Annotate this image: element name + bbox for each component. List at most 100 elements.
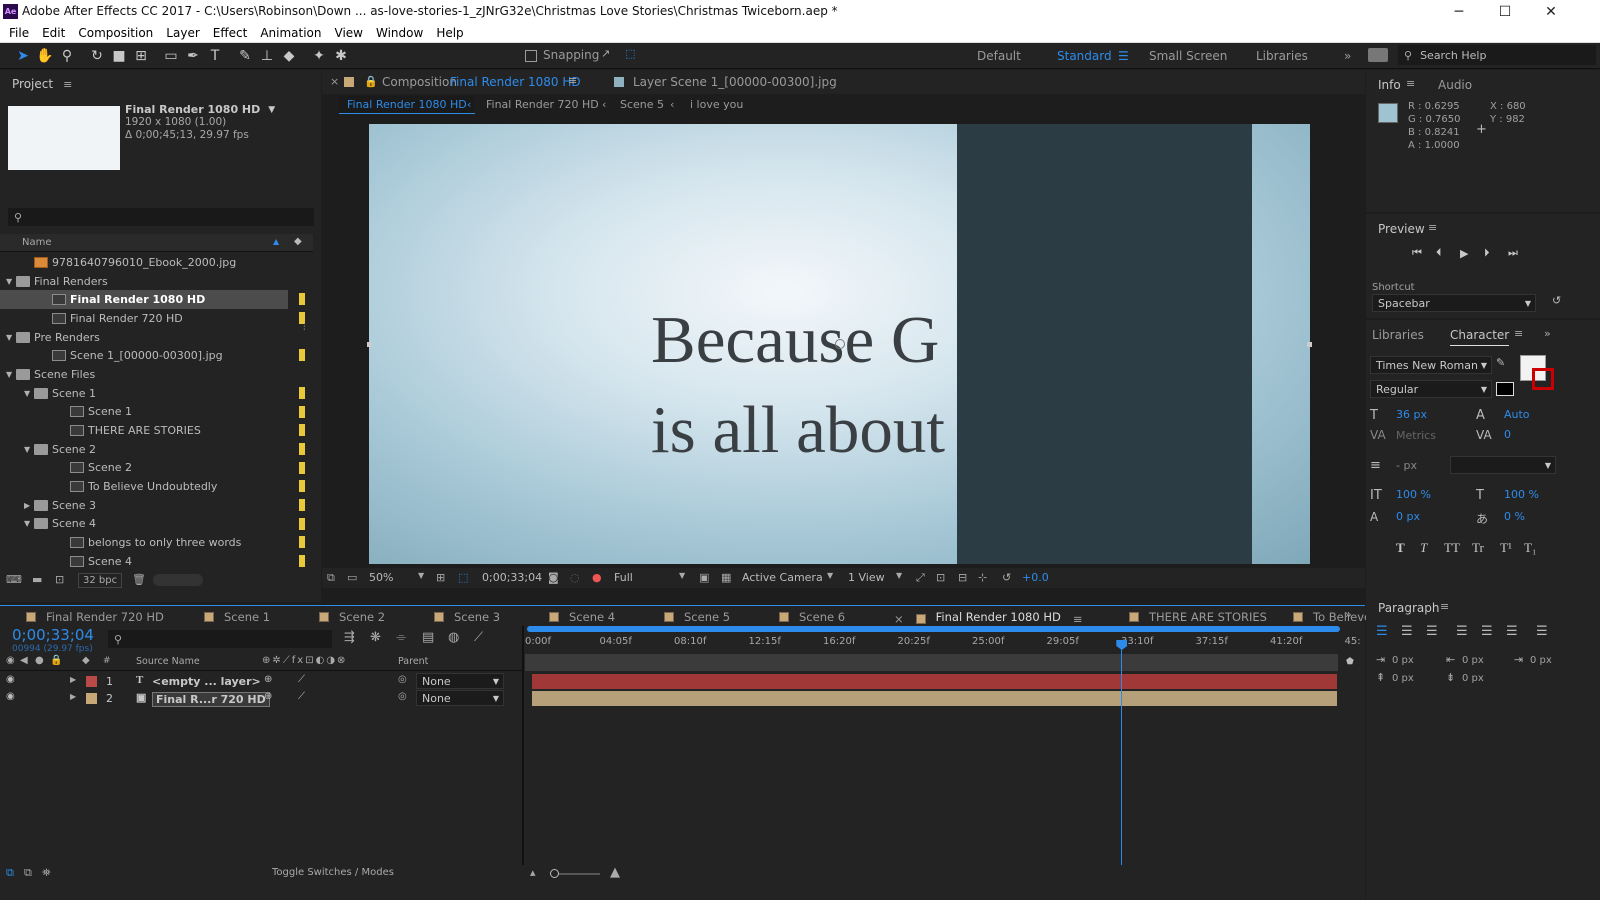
workspace-overflow-icon[interactable]: » bbox=[1344, 49, 1351, 63]
puppet-tool-icon[interactable]: ✱ bbox=[330, 45, 352, 67]
camera-dropdown[interactable]: Active Camera bbox=[742, 571, 823, 584]
timeline-tab[interactable]: Scene 5 bbox=[664, 610, 730, 624]
keyboard-icon[interactable] bbox=[1368, 48, 1388, 62]
sort-ascending-icon[interactable]: ▲ bbox=[273, 237, 279, 246]
disclosure-collapsed-icon[interactable]: ▶ bbox=[70, 675, 76, 684]
close-tab-icon[interactable]: × bbox=[330, 75, 339, 88]
label-color-chip[interactable] bbox=[299, 555, 305, 567]
timeline-tab[interactable]: Scene 3 bbox=[434, 610, 500, 624]
composition-tab-label[interactable]: Composition bbox=[382, 75, 457, 89]
transparency-grid-icon[interactable]: ▦ bbox=[721, 571, 731, 584]
layer-duration-bar[interactable] bbox=[532, 674, 1337, 689]
disclosure-expanded-icon[interactable]: ▼ bbox=[6, 370, 16, 379]
composition-tab-name[interactable]: Final Render 1080 HD bbox=[450, 75, 581, 89]
layer-switches-icon[interactable]: ⧉ bbox=[6, 866, 14, 880]
pickwhip-icon[interactable]: ◎ bbox=[398, 691, 407, 702]
menu-composition[interactable]: Composition bbox=[78, 26, 153, 40]
clone-stamp-tool-icon[interactable]: ⊥ bbox=[256, 45, 278, 67]
disclosure-collapsed-icon[interactable]: ▶ bbox=[24, 501, 34, 510]
type-tool-icon[interactable]: T bbox=[204, 45, 226, 67]
panel-menu-icon[interactable]: ≡ bbox=[1440, 600, 1449, 613]
timeline-tab[interactable]: Scene 6 bbox=[779, 610, 845, 624]
audio-icon[interactable]: ◀ bbox=[20, 655, 28, 666]
zoom-dropdown[interactable]: 50% bbox=[369, 571, 393, 584]
play-icon[interactable]: ▶ bbox=[1460, 247, 1484, 260]
playhead[interactable] bbox=[1116, 640, 1128, 865]
label-color-chip[interactable] bbox=[299, 442, 305, 455]
project-search-input[interactable]: ⚲ bbox=[8, 208, 314, 226]
timeline-icon[interactable]: ⊟ bbox=[958, 571, 967, 584]
lock-icon[interactable]: 🔒 bbox=[50, 655, 62, 666]
parent-dropdown[interactable]: None ▼ bbox=[416, 690, 504, 706]
panel-menu-icon[interactable]: ≡ bbox=[1514, 327, 1523, 340]
anchor-point-icon[interactable] bbox=[835, 339, 845, 349]
time-ruler[interactable]: 0:00f 04:05f 08:10f 12:15f 16:20f 20:25f 25:00… bbox=[525, 626, 1361, 650]
layer-tab[interactable]: Layer Scene 1_[00000-00300].jpg bbox=[633, 75, 837, 89]
project-list-item[interactable]: Final Render 720 HD bbox=[0, 309, 313, 328]
hand-tool-icon[interactable]: ✋ bbox=[34, 45, 56, 67]
reset-icon[interactable]: ↺ bbox=[1552, 294, 1561, 307]
disclosure-collapsed-icon[interactable]: ▶ bbox=[70, 692, 76, 701]
space-before-value[interactable]: 0 px bbox=[1392, 673, 1414, 684]
tsume-value[interactable]: 0 % bbox=[1504, 510, 1525, 523]
eraser-tool-icon[interactable]: ◆ bbox=[278, 45, 300, 67]
menu-window[interactable]: Window bbox=[376, 26, 423, 40]
lock-icon[interactable]: 🔒 bbox=[364, 75, 378, 88]
maximize-button[interactable]: ☐ bbox=[1482, 0, 1528, 24]
snapping-checkbox[interactable] bbox=[525, 50, 537, 62]
all-caps-button[interactable]: TT bbox=[1444, 540, 1472, 556]
disclosure-expanded-icon[interactable]: ▼ bbox=[24, 519, 34, 528]
small-caps-button[interactable]: Tr bbox=[1472, 540, 1500, 556]
exposure-value[interactable]: +0.0 bbox=[1022, 571, 1049, 584]
timeline-tab[interactable]: Scene 1 bbox=[204, 610, 270, 624]
workspace-small-screen[interactable]: Small Screen bbox=[1149, 49, 1227, 63]
snap-feather-icon[interactable]: ⬚ bbox=[625, 47, 635, 60]
panel-overflow-icon[interactable]: » bbox=[1345, 608, 1352, 621]
faux-bold-button[interactable]: T bbox=[1396, 540, 1420, 556]
font-style-dropdown[interactable]: Regular ▼ bbox=[1370, 380, 1492, 398]
shy-switch-icon[interactable]: ⊕ bbox=[264, 674, 272, 685]
flowchart-icon[interactable]: ⫶ bbox=[303, 322, 306, 333]
panel-overflow-icon[interactable]: » bbox=[1544, 327, 1551, 340]
comp-mini-flowchart-icon[interactable]: ⇶ bbox=[344, 630, 370, 645]
rectangle-tool-icon[interactable]: ▭ bbox=[160, 45, 182, 67]
camera-tool-icon[interactable]: ■ bbox=[108, 45, 130, 67]
trash-icon[interactable]: 🗑 bbox=[132, 573, 146, 586]
menu-animation[interactable]: Animation bbox=[260, 26, 321, 40]
timeline-search-input[interactable]: ⚲ bbox=[108, 630, 332, 648]
layer-label-color[interactable] bbox=[86, 676, 97, 687]
chevron-down-icon[interactable]: ▼ bbox=[268, 105, 275, 115]
workspace-standard[interactable]: Standard bbox=[1057, 49, 1112, 63]
project-list-item[interactable]: Scene 1_[00000-00300].jpg bbox=[0, 346, 313, 365]
label-color-chip[interactable] bbox=[299, 405, 305, 418]
project-list-item[interactable]: Final Render 1080 HD bbox=[0, 290, 305, 310]
visibility-eye-icon[interactable]: ◉ bbox=[6, 691, 15, 702]
workspace-menu-icon[interactable]: ☰ bbox=[1118, 49, 1129, 63]
tab-audio[interactable]: Audio bbox=[1438, 78, 1472, 92]
font-family-dropdown[interactable]: Times New Roman ▼ bbox=[1370, 356, 1492, 374]
panel-menu-icon[interactable]: ≡ bbox=[568, 74, 577, 87]
justify-all-icon[interactable]: ☰ bbox=[1536, 624, 1561, 639]
panel-menu-icon[interactable]: ≡ bbox=[1406, 77, 1415, 90]
layer-row[interactable]: ◉ ▶ 1 T <empty ... layer> ⊕ ⟋ ◎ None ▼ bbox=[0, 673, 1365, 690]
breadcrumb-final-render-720[interactable]: Final Render 720 HD bbox=[486, 98, 599, 111]
project-list-item[interactable]: Scene 2 bbox=[0, 459, 313, 478]
new-folder-icon[interactable]: ▬ bbox=[32, 573, 42, 586]
project-folder-item[interactable]: ▼ Scene 1 bbox=[0, 384, 313, 403]
comp-marker-icon[interactable]: ⬟ bbox=[1346, 657, 1354, 667]
parent-dropdown[interactable]: None ▼ bbox=[416, 673, 504, 689]
project-folder-item[interactable]: ▶ Scene 3 bbox=[0, 496, 313, 515]
zoom-out-icon[interactable]: ▴ bbox=[530, 866, 536, 879]
selection-tool-icon[interactable]: ➤ bbox=[12, 45, 34, 67]
timeline-tab[interactable]: Scene 4 bbox=[549, 610, 615, 624]
brush-tool-icon[interactable]: ✎ bbox=[234, 45, 256, 67]
project-panel-title[interactable]: Project bbox=[12, 77, 53, 91]
menu-layer[interactable]: Layer bbox=[166, 26, 199, 40]
breadcrumb-i-love-you[interactable]: i love you bbox=[690, 98, 743, 111]
new-comp-icon[interactable]: ⊡ bbox=[55, 573, 64, 586]
project-folder-item[interactable]: ▼ Scene 4 bbox=[0, 515, 313, 534]
tab-info[interactable]: Info bbox=[1378, 78, 1401, 92]
pickwhip-icon[interactable]: ◎ bbox=[398, 674, 407, 685]
layer-row[interactable]: ◉ ▶ 2 ▣ Final R...r 720 HD ⊕ ⟋ ◎ None ▼ bbox=[0, 690, 1365, 707]
breadcrumb-scene-5[interactable]: Scene 5 bbox=[620, 98, 664, 111]
